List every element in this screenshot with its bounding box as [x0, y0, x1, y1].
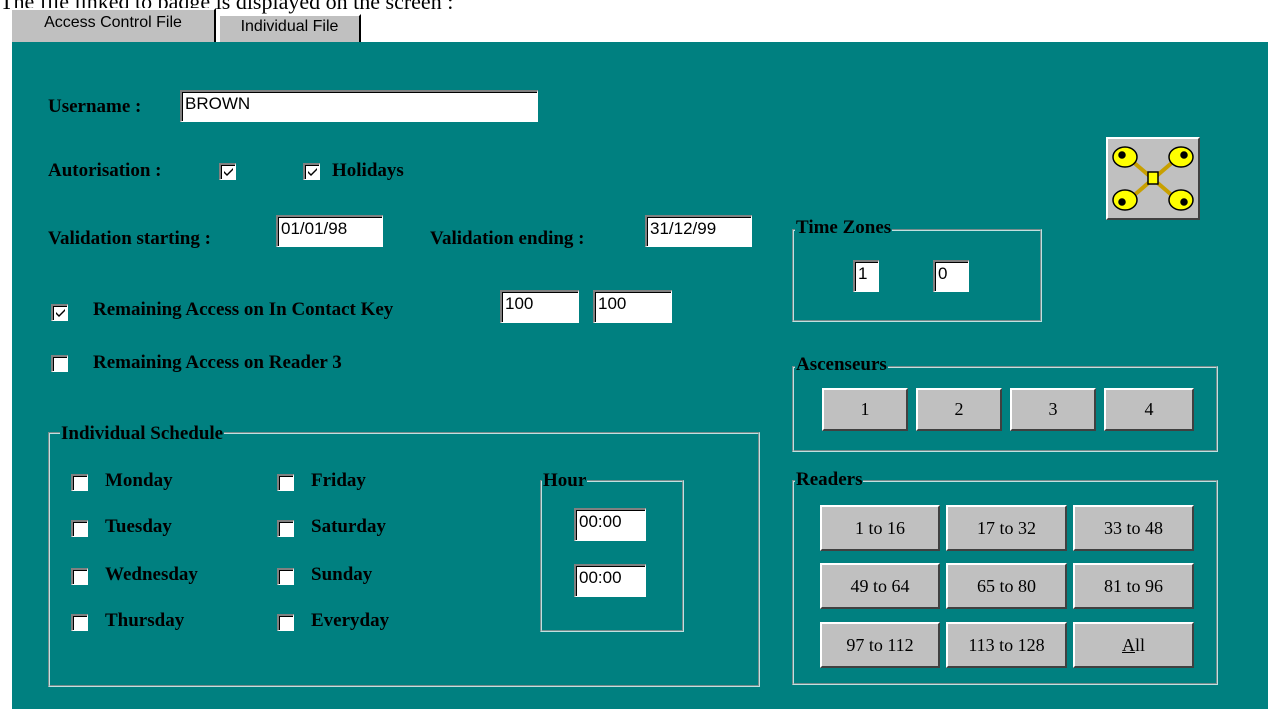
ascenseurs-title: Ascenseurs: [795, 354, 888, 376]
remaining-contact-field-1[interactable]: 100: [500, 290, 579, 323]
readers-all-label: ll: [1134, 634, 1145, 655]
readers-49-to-64-button[interactable]: 49 to 64: [820, 563, 940, 609]
checkmark-icon: [308, 168, 317, 176]
readers-1-to-16-button[interactable]: 1 to 16: [820, 505, 940, 551]
tab-individual-file[interactable]: Individual File: [218, 14, 361, 42]
readers-all-accelerator: A: [1121, 634, 1135, 655]
remaining-contact-label: Remaining Access on In Contact Key: [93, 299, 394, 320]
readers-65-to-80-button[interactable]: 65 to 80: [946, 563, 1067, 609]
holidays-label: Holidays: [332, 160, 404, 181]
readers-97-to-112-button[interactable]: 97 to 112: [820, 622, 940, 668]
thursday-label: Thursday: [105, 610, 185, 631]
validation-ending-field[interactable]: 31/12/99: [645, 215, 752, 247]
ascenseur-4-button[interactable]: 4: [1104, 388, 1194, 431]
ascenseur-1-button[interactable]: 1: [822, 388, 908, 431]
username-label: Username :: [48, 96, 142, 117]
everyday-checkbox[interactable]: [277, 614, 294, 631]
hour-end-field[interactable]: 00:00: [574, 564, 646, 597]
ascenseur-3-button[interactable]: 3: [1010, 388, 1096, 431]
validation-ending-label: Validation ending :: [430, 228, 585, 249]
readers-33-to-48-button[interactable]: 33 to 48: [1073, 505, 1194, 551]
sunday-checkbox[interactable]: [277, 568, 294, 585]
readers-all-button[interactable]: All: [1073, 622, 1194, 668]
remaining-reader-checkbox[interactable]: [51, 355, 68, 372]
checkmark-icon: [224, 168, 233, 176]
readers-title: Readers: [795, 469, 864, 491]
friday-label: Friday: [311, 470, 366, 491]
hour-start-field[interactable]: 00:00: [574, 508, 646, 541]
tuesday-label: Tuesday: [105, 516, 172, 537]
ascenseur-2-button[interactable]: 2: [916, 388, 1002, 431]
time-zones-group: [792, 229, 1042, 322]
readers-81-to-96-button[interactable]: 81 to 96: [1073, 563, 1194, 609]
everyday-label: Everyday: [311, 610, 390, 631]
autorisation-label: Autorisation :: [48, 160, 162, 181]
hour-group: [540, 480, 684, 632]
individual-schedule-title: Individual Schedule: [60, 423, 225, 445]
remaining-contact-field-2[interactable]: 100: [593, 290, 672, 323]
thursday-checkbox[interactable]: [71, 614, 88, 631]
tab-access-control-file[interactable]: Access Control File: [10, 8, 216, 42]
hour-title: Hour: [542, 470, 588, 492]
monday-label: Monday: [105, 470, 173, 491]
username-field[interactable]: BROWN: [180, 90, 538, 122]
saturday-label: Saturday: [311, 516, 386, 537]
keys-icon: [1112, 146, 1194, 211]
monday-checkbox[interactable]: [71, 474, 88, 491]
validation-starting-field[interactable]: 01/01/98: [276, 215, 383, 247]
time-zone-1-field[interactable]: 1: [853, 260, 879, 292]
wednesday-label: Wednesday: [105, 564, 198, 585]
readers-17-to-32-button[interactable]: 17 to 32: [946, 505, 1067, 551]
tuesday-checkbox[interactable]: [71, 520, 88, 537]
holidays-checkbox[interactable]: [303, 163, 320, 180]
time-zones-title: Time Zones: [795, 217, 893, 239]
remaining-contact-checkbox[interactable]: [51, 304, 68, 321]
validation-starting-label: Validation starting :: [48, 228, 211, 249]
remaining-reader-label: Remaining Access on Reader 3: [93, 352, 342, 373]
saturday-checkbox[interactable]: [277, 520, 294, 537]
sunday-label: Sunday: [311, 564, 373, 585]
readers-113-to-128-button[interactable]: 113 to 128: [946, 622, 1067, 668]
autorisation-checkbox[interactable]: [219, 163, 236, 180]
time-zone-2-field[interactable]: 0: [933, 260, 969, 292]
keys-button[interactable]: [1106, 137, 1200, 220]
wednesday-checkbox[interactable]: [71, 568, 88, 585]
checkmark-icon: [56, 309, 65, 317]
friday-checkbox[interactable]: [277, 474, 294, 491]
